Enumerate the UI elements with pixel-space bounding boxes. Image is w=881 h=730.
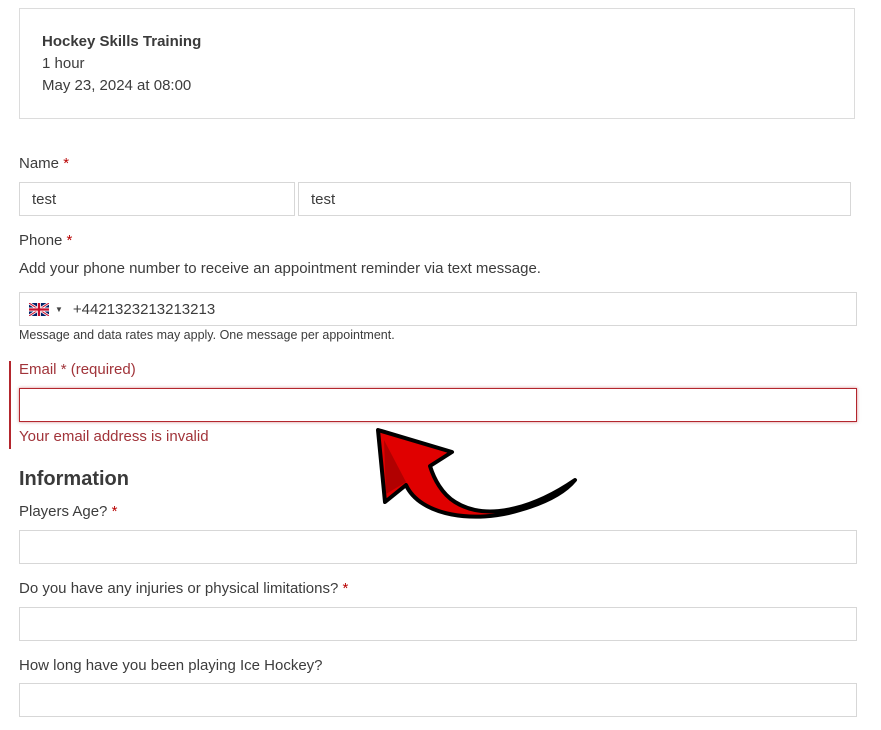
- required-mark: *: [342, 580, 349, 597]
- phone-description: Add your phone number to receive an appo…: [19, 260, 541, 277]
- hockey-experience-input[interactable]: [19, 683, 857, 717]
- hockey-experience-label-text: How long have you been playing Ice Hocke…: [19, 657, 323, 674]
- required-mark: *: [60, 361, 67, 378]
- phone-note: Message and data rates may apply. One me…: [19, 328, 395, 342]
- required-mark: *: [111, 503, 118, 520]
- phone-value: +4421323213213213: [72, 300, 216, 318]
- appointment-datetime: May 23, 2024 at 08:00: [42, 77, 192, 94]
- service-title: Hockey Skills Training: [42, 33, 202, 50]
- first-name-input[interactable]: test: [19, 182, 295, 216]
- injuries-input[interactable]: [19, 607, 857, 641]
- email-required-text: (required): [70, 361, 136, 378]
- email-error-message: Your email address is invalid: [19, 428, 209, 445]
- required-mark: *: [66, 232, 73, 249]
- email-label-text: Email: [19, 361, 57, 378]
- players-age-input[interactable]: [19, 530, 857, 564]
- email-input[interactable]: [19, 388, 857, 422]
- phone-label-text: Phone: [19, 232, 63, 249]
- players-age-label: Players Age? *: [19, 503, 117, 520]
- players-age-label-text: Players Age?: [19, 503, 108, 520]
- required-mark: *: [63, 155, 70, 172]
- hockey-experience-label: How long have you been playing Ice Hocke…: [19, 657, 323, 674]
- annotation-arrow-icon: [376, 428, 577, 519]
- name-label-text: Name: [19, 155, 60, 172]
- last-name-value: test: [311, 190, 336, 208]
- service-duration: 1 hour: [42, 55, 85, 72]
- email-error-indicator: [9, 361, 11, 449]
- phone-input[interactable]: ▼ +4421323213213213: [19, 292, 857, 326]
- email-label: Email * (required): [19, 361, 136, 378]
- last-name-input[interactable]: test: [298, 182, 851, 216]
- appointment-summary: Hockey Skills Training 1 hour May 23, 20…: [19, 8, 855, 119]
- injuries-label-text: Do you have any injuries or physical lim…: [19, 580, 339, 597]
- information-heading: Information: [19, 468, 129, 490]
- uk-flag-icon[interactable]: [29, 302, 49, 316]
- first-name-value: test: [32, 190, 57, 208]
- phone-label: Phone *: [19, 232, 72, 249]
- country-dropdown-chevron-icon[interactable]: ▼: [55, 305, 63, 314]
- name-label: Name *: [19, 155, 69, 172]
- injuries-label: Do you have any injuries or physical lim…: [19, 580, 348, 597]
